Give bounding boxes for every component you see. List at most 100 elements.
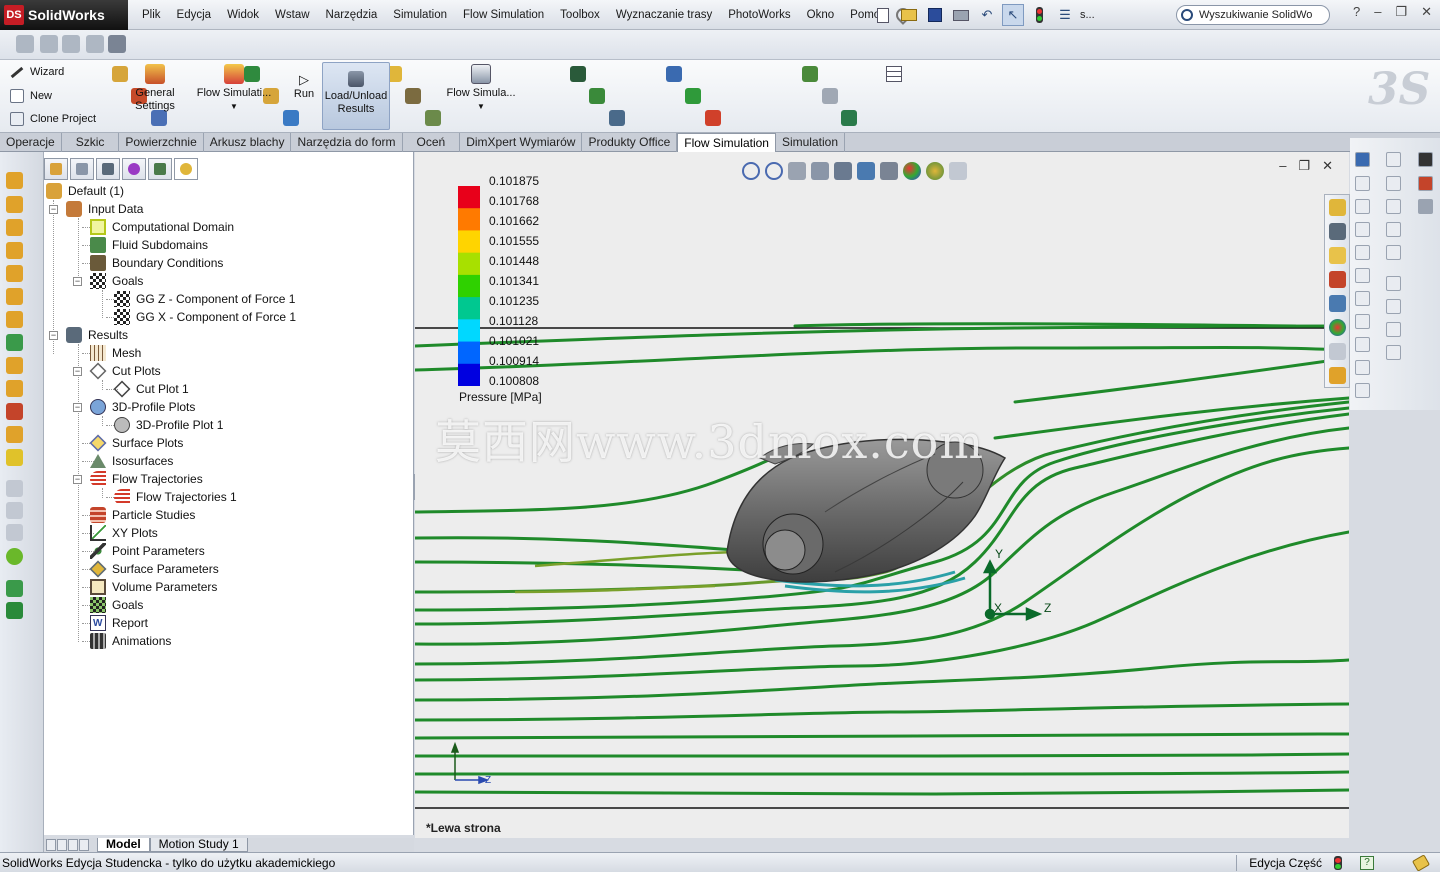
flow-simulation-dropdown[interactable]: Flow Simulati... ▼	[197, 64, 271, 113]
menu-wstaw[interactable]: Wstaw	[267, 0, 318, 30]
sketch-tool-icon-11[interactable]	[1355, 383, 1370, 398]
run-small-icon-3[interactable]	[424, 110, 441, 126]
file-explorer-icon[interactable]	[1329, 247, 1346, 264]
camera-icon[interactable]	[1418, 152, 1433, 167]
feature-icon-5[interactable]	[6, 265, 23, 282]
featuremanager-tab[interactable]	[44, 158, 68, 180]
feature-icon-1[interactable]	[6, 172, 23, 189]
minimize-icon[interactable]: –	[1374, 4, 1381, 20]
rebuild-status-icon[interactable]	[1334, 855, 1342, 870]
settings-small-icon-1[interactable]	[112, 66, 128, 82]
last-tab-arrow-icon[interactable]	[79, 839, 89, 851]
restore-icon[interactable]: ❐	[1395, 4, 1407, 20]
tree-fluid-subdomains[interactable]: Fluid Subdomains	[90, 236, 208, 254]
grid-small-icon-3[interactable]	[840, 110, 857, 126]
search-input[interactable]: Wyszukiwanie SolidWo	[1199, 9, 1312, 21]
tree-computational-domain[interactable]: Computational Domain	[90, 218, 234, 236]
first-tab-arrow-icon[interactable]	[46, 839, 56, 851]
feature-icon-15[interactable]	[6, 502, 23, 519]
tool-icon-3[interactable]	[62, 35, 80, 53]
tool-icon-1[interactable]	[16, 35, 34, 53]
collapse-results[interactable]: −	[49, 331, 58, 340]
traffic-light-icon[interactable]	[1028, 4, 1050, 26]
collapse-cut-plots[interactable]: −	[73, 367, 82, 376]
custom-properties-icon[interactable]	[1329, 343, 1346, 360]
tree-input-data[interactable]: Input Data	[66, 200, 143, 218]
sketch-tool-icon-1[interactable]	[1355, 152, 1370, 167]
menu-narzedzia[interactable]: Narzędzia	[318, 0, 386, 30]
appearance-icon[interactable]	[903, 162, 921, 180]
results-small-icon-3[interactable]	[608, 110, 625, 126]
open-folder-icon[interactable]	[898, 4, 920, 26]
tab-simulation[interactable]: Simulation	[776, 133, 845, 152]
undo-icon[interactable]: ↶	[976, 4, 998, 26]
tab-powierzchnie[interactable]: Powierzchnie	[119, 133, 204, 152]
feature-icon-3[interactable]	[6, 219, 23, 236]
tree-flow-trajectories-1[interactable]: Flow Trajectories 1	[114, 488, 237, 506]
feature-icon-6[interactable]	[6, 288, 23, 305]
tool-icon-5[interactable]	[108, 35, 126, 53]
select-pointer-icon[interactable]: ↖	[1002, 4, 1024, 26]
results-small-icon-4[interactable]	[666, 66, 683, 82]
feature-icon-14[interactable]	[6, 480, 23, 497]
home-icon[interactable]	[1329, 199, 1346, 216]
tag-icon[interactable]	[1411, 853, 1431, 872]
help-status-icon[interactable]: ?	[1360, 855, 1374, 870]
view-orientation-icon[interactable]	[834, 162, 852, 180]
sketch-tool-icon-4[interactable]	[1355, 222, 1370, 237]
load-unload-results-button[interactable]: Load/Unload Results	[322, 62, 390, 130]
tab-flow-simulation[interactable]: Flow Simulation	[677, 133, 776, 153]
tree-surface-plots[interactable]: Surface Plots	[89, 434, 183, 452]
feature-icon-8[interactable]	[6, 334, 23, 351]
clone-project-button[interactable]: Clone Project	[10, 112, 96, 126]
menu-flow-simulation[interactable]: Flow Simulation	[455, 0, 552, 30]
tab-dimxpert[interactable]: DimXpert Wymiarów	[460, 133, 583, 152]
flow-small-icon-3[interactable]	[282, 110, 299, 126]
tree-mesh[interactable]: Mesh	[90, 344, 141, 362]
feature-icon-4[interactable]	[6, 242, 23, 259]
tool-icon-2[interactable]	[40, 35, 58, 53]
tab-narzedzia-do-form[interactable]: Narzędzia do form	[291, 133, 403, 152]
menu-toolbox[interactable]: Toolbox	[552, 0, 608, 30]
tree-flow-trajectories[interactable]: Flow Trajectories	[90, 470, 203, 488]
menu-widok[interactable]: Widok	[219, 0, 267, 30]
propertymanager-tab[interactable]	[70, 158, 94, 180]
tree-goal-x[interactable]: GG X - Component of Force 1	[114, 308, 296, 326]
sketch-tool-icon-8[interactable]	[1355, 314, 1370, 329]
curve-tool-icon-4[interactable]	[1386, 222, 1401, 237]
design-library-icon[interactable]	[1329, 223, 1346, 240]
menu-wyznaczanie-trasy[interactable]: Wyznaczanie trasy	[608, 0, 720, 30]
feature-icon-9[interactable]	[6, 357, 23, 374]
tab-model[interactable]: Model	[97, 838, 150, 852]
flow-simulation2-dropdown[interactable]: Flow Simula... ▼	[446, 64, 516, 113]
tab-ocen[interactable]: Oceń	[403, 133, 461, 152]
tab-szkic[interactable]: Szkic	[62, 133, 120, 152]
flow-analysis-tab[interactable]	[174, 158, 198, 180]
tree-results[interactable]: Results	[66, 326, 128, 344]
feature-icon-18[interactable]	[6, 580, 23, 597]
sketch-tool-icon-9[interactable]	[1355, 337, 1370, 352]
feature-icon-11[interactable]	[6, 403, 23, 420]
print-icon[interactable]	[950, 4, 972, 26]
tree-point-parameters[interactable]: Point Parameters	[90, 542, 205, 560]
tab-motion-study-1[interactable]: Motion Study 1	[149, 838, 248, 852]
appearances-icon[interactable]	[1329, 319, 1346, 336]
grid-small-icon-1[interactable]	[802, 66, 819, 82]
more-tools[interactable]: s...	[1080, 4, 1095, 26]
menu-edycja[interactable]: Edycja	[169, 0, 220, 30]
run-small-icon-2[interactable]	[405, 88, 422, 104]
prev-tab-arrow-icon[interactable]	[57, 839, 67, 851]
results-small-icon-1[interactable]	[570, 66, 587, 82]
view-settings-icon[interactable]	[949, 162, 967, 180]
app-logo[interactable]: DS SolidWorks	[0, 0, 128, 30]
configurationmanager-tab[interactable]	[96, 158, 120, 180]
new-project-button[interactable]: New	[10, 89, 52, 103]
tree-goal-z[interactable]: GG Z - Component of Force 1	[114, 290, 295, 308]
tree-cut-plots[interactable]: Cut Plots	[89, 362, 161, 380]
tree-volume-parameters[interactable]: Volume Parameters	[90, 578, 217, 596]
tree-xy-plots[interactable]: XY Plots	[90, 524, 158, 542]
tree-cut-plot-1[interactable]: Cut Plot 1	[113, 380, 189, 398]
feature-icon-17[interactable]	[6, 548, 23, 565]
render-settings-icon[interactable]	[1418, 199, 1433, 214]
curve-tool-icon-3[interactable]	[1386, 199, 1401, 214]
